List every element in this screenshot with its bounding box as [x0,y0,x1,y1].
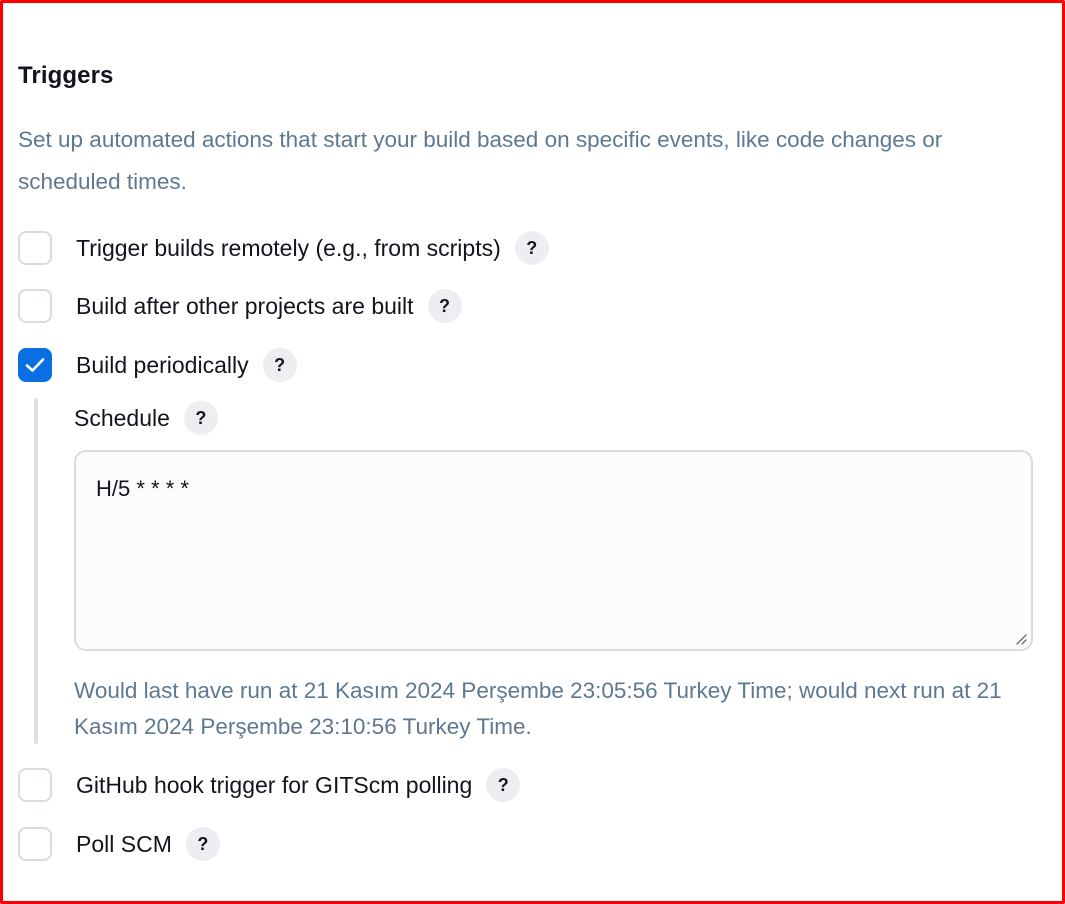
trigger-poll-scm-row: Poll SCM ? [18,825,220,863]
schedule-run-info: Would last have run at 21 Kasım 2024 Per… [74,678,1002,739]
trigger-github-hook-checkbox[interactable] [18,768,52,802]
section-title: Triggers [18,62,114,89]
trigger-after-other-label[interactable]: Build after other projects are built [76,293,414,320]
help-icon[interactable]: ? [427,289,462,323]
trigger-periodically-row: Build periodically ? [18,346,297,384]
checkmark-icon [25,358,45,372]
resize-grip-icon[interactable] [1015,633,1027,645]
help-icon[interactable]: ? [262,348,297,382]
trigger-after-other-row: Build after other projects are built ? [18,287,462,325]
trigger-github-hook-row: GitHub hook trigger for GITScm polling ? [18,766,521,804]
trigger-remote-label[interactable]: Trigger builds remotely (e.g., from scri… [76,235,501,262]
trigger-after-other-checkbox[interactable] [18,289,52,323]
trigger-github-hook-label[interactable]: GitHub hook trigger for GITScm polling [76,772,472,799]
help-icon[interactable]: ? [183,401,218,435]
trigger-remote-row: Trigger builds remotely (e.g., from scri… [18,229,549,267]
trigger-remote-checkbox[interactable] [18,231,52,265]
schedule-header: Schedule ? [74,400,218,436]
schedule-value: H/5 * * * * [96,476,189,501]
trigger-poll-scm-label[interactable]: Poll SCM [76,831,172,858]
trigger-periodically-label[interactable]: Build periodically [76,352,249,379]
schedule-textarea[interactable]: H/5 * * * * [74,450,1033,651]
help-icon[interactable]: ? [185,827,220,861]
section-description: Set up automated actions that start your… [18,127,943,194]
trigger-periodically-checkbox[interactable] [18,348,52,382]
nested-section-rule [34,398,38,744]
trigger-poll-scm-checkbox[interactable] [18,827,52,861]
help-icon[interactable]: ? [486,768,521,802]
schedule-label: Schedule [74,404,170,431]
help-icon[interactable]: ? [514,231,549,265]
